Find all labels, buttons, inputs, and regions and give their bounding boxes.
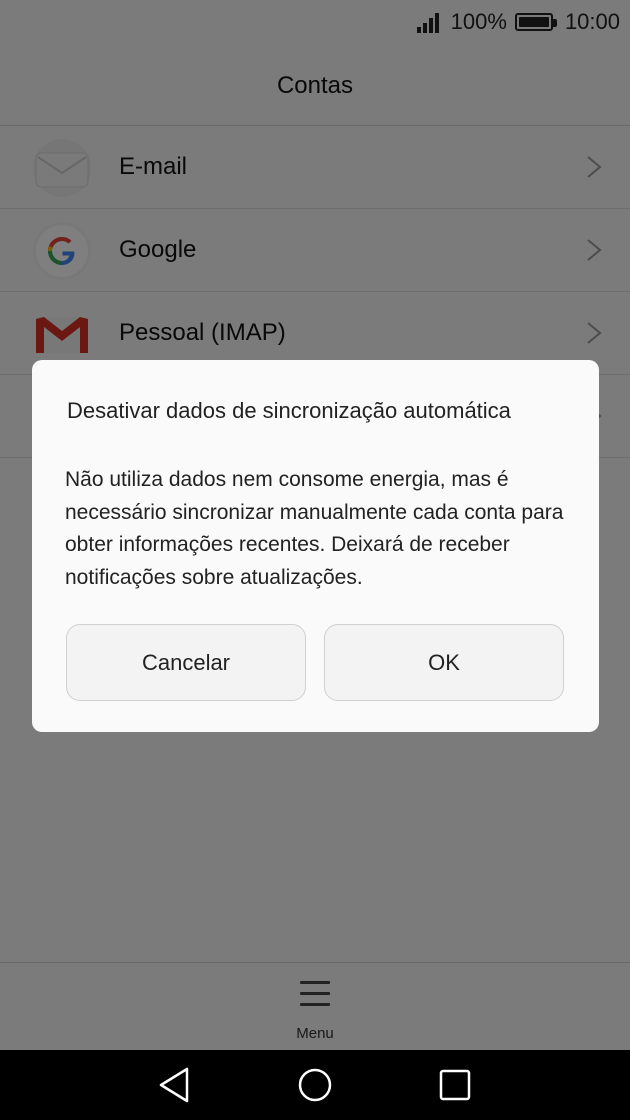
cancel-button[interactable]: Cancelar	[66, 624, 306, 701]
sync-dialog: Desativar dados de sincronização automát…	[32, 360, 599, 732]
dialog-title: Desativar dados de sincronização automát…	[67, 398, 511, 423]
navigation-bar	[0, 1050, 630, 1120]
back-triangle-icon[interactable]	[159, 1067, 189, 1103]
dialog-message: Não utiliza dados nem consome energia, m…	[65, 468, 564, 589]
ok-button[interactable]: OK	[324, 624, 564, 701]
recents-square-icon[interactable]	[439, 1069, 471, 1101]
home-circle-icon[interactable]	[298, 1068, 332, 1102]
